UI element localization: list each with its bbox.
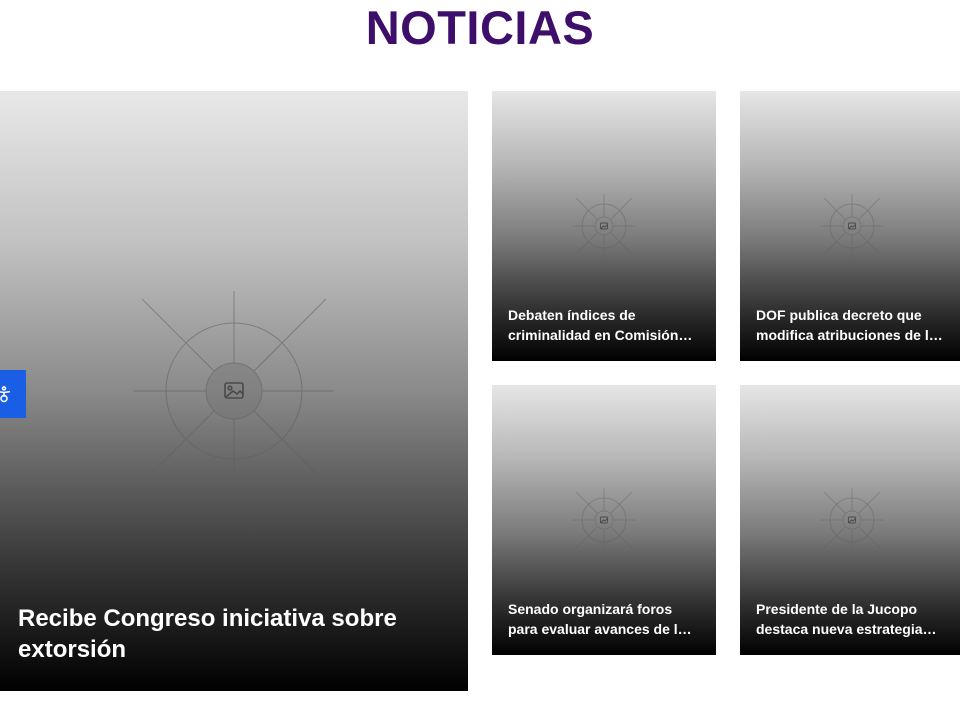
accessibility-button[interactable] [0, 370, 26, 418]
image-placeholder-icon [572, 194, 636, 258]
accessibility-icon [0, 385, 13, 403]
news-card[interactable]: Senado organizará foros para evaluar ava… [492, 385, 716, 655]
image-placeholder-icon [820, 194, 884, 258]
featured-news-card[interactable]: Recibe Congreso iniciativa sobre extorsi… [0, 91, 468, 691]
section-title: NOTICIAS [365, 1, 595, 54]
image-placeholder-icon [820, 488, 884, 552]
news-title[interactable]: Presidente de la Jucopo destaca nueva es… [756, 599, 950, 639]
news-card[interactable]: Presidente de la Jucopo destaca nueva es… [740, 385, 960, 655]
news-page: NOTICIAS Recibe Congreso iniciativa sobr… [0, 0, 960, 716]
news-card[interactable]: Debaten índices de criminalidad en Comis… [492, 91, 716, 361]
news-card[interactable]: DOF publica decreto que modifica atribuc… [740, 91, 960, 361]
news-title[interactable]: Debaten índices de criminalidad en Comis… [508, 305, 702, 345]
image-placeholder-icon [134, 291, 334, 491]
image-placeholder-icon [572, 488, 636, 552]
featured-news-title[interactable]: Recibe Congreso iniciativa sobre extorsi… [18, 603, 438, 665]
news-title[interactable]: DOF publica decreto que modifica atribuc… [756, 305, 950, 345]
news-title[interactable]: Senado organizará foros para evaluar ava… [508, 599, 702, 639]
